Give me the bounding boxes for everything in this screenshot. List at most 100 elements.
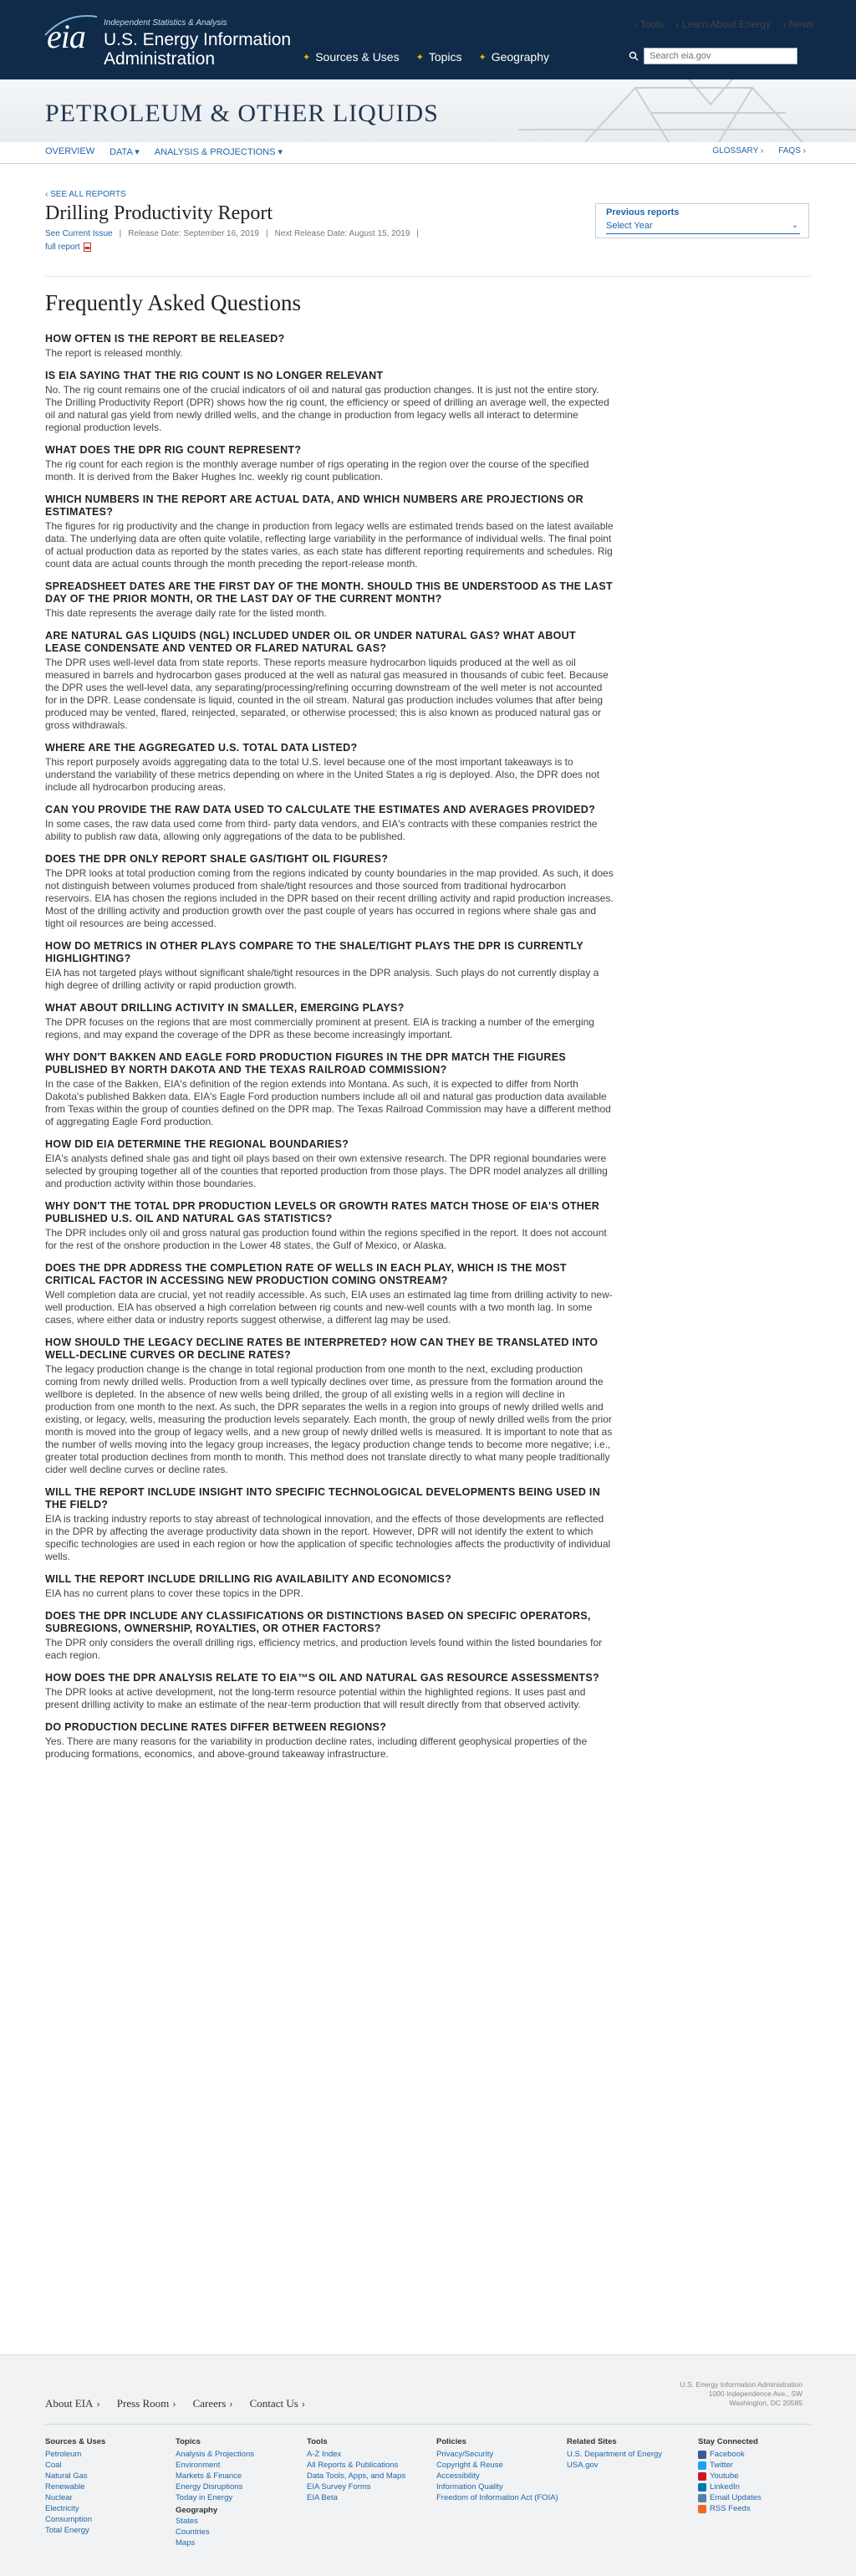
top-link-news[interactable]: › News [782, 18, 814, 31]
faq-question: CAN YOU PROVIDE THE RAW DATA USED TO CAL… [45, 804, 596, 815]
footer-link[interactable]: States [176, 2516, 254, 2527]
footer-link[interactable]: Data Tools, Apps, and Maps [307, 2471, 405, 2481]
footer-link[interactable]: LinkedIn [698, 2481, 762, 2492]
footer-link[interactable]: Coal [45, 2460, 105, 2471]
subnav-data-label: DATA [110, 147, 133, 157]
faq-answer: The DPR looks at active development, not… [45, 1686, 586, 1710]
footer-link-label: Energy Disruptions [176, 2482, 243, 2492]
footer-link[interactable]: Nuclear [45, 2492, 105, 2503]
full-report-link[interactable]: full report [45, 243, 91, 252]
footer-link-label: Coal [45, 2461, 62, 2470]
address-line: Washington, DC 20585 [729, 2399, 802, 2407]
select-year-dropdown[interactable]: Select Year ⌄ [606, 221, 800, 234]
footer-main-links: About EIA › Press Room › Careers › Conta… [45, 2397, 305, 2410]
search-input[interactable] [644, 48, 797, 64]
faq-answer: No. The rig count remains one of the cru… [45, 384, 609, 433]
footer-link[interactable]: Accessibility [436, 2471, 558, 2481]
divider [45, 276, 811, 277]
divider: | [416, 229, 419, 238]
footer-link-label: Today in Energy [176, 2493, 233, 2502]
footer-link-label: USA.gov [567, 2461, 599, 2470]
nav-sources-uses[interactable]: ✦ Sources & Uses [303, 50, 400, 64]
pdf-icon [83, 243, 91, 252]
faq-question: DOES THE DPR ONLY REPORT SHALE GAS/TIGHT… [45, 853, 389, 865]
footer-link-press[interactable]: Press Room › [117, 2397, 176, 2410]
top-link-learn[interactable]: › Learn About Energy [675, 18, 771, 31]
footer-link[interactable]: Markets & Finance [176, 2471, 254, 2481]
footer-column-subheading: Geography [176, 2506, 218, 2515]
footer-link[interactable]: USA.gov [567, 2460, 662, 2471]
footer-link-label: Data Tools, Apps, and Maps [307, 2471, 406, 2481]
footer-link[interactable]: Youtube [698, 2471, 762, 2481]
star-icon: ✦ [415, 52, 424, 63]
footer-link[interactable]: Countries [176, 2527, 254, 2538]
nav-sources-uses-label: Sources & Uses [315, 50, 400, 64]
footer-link[interactable]: Electricity [45, 2503, 105, 2514]
footer-link[interactable]: Email Updates [698, 2492, 762, 2503]
report-meta: See Current Issue | Release Date: Septem… [45, 229, 419, 238]
faq-answer: In the case of the Bakken, EIA's definit… [45, 1078, 611, 1127]
footer-link[interactable]: Freedom of Information Act (FOIA) [436, 2492, 558, 2503]
footer-link[interactable]: Natural Gas [45, 2471, 105, 2481]
subnav-overview[interactable]: OVERVIEW [45, 146, 94, 157]
footer-link[interactable]: U.S. Department of Energy [567, 2449, 662, 2460]
section-banner: PETROLEUM & OTHER LIQUIDS [0, 79, 856, 142]
footer-link-about[interactable]: About EIA › [45, 2397, 100, 2410]
footer-link[interactable]: Today in Energy [176, 2492, 254, 2503]
footer-link[interactable]: Privacy/Security [436, 2449, 558, 2460]
footer-link[interactable]: Consumption [45, 2514, 105, 2525]
subnav-data[interactable]: DATA ▾ [110, 146, 140, 157]
search-icon[interactable] [629, 51, 639, 61]
footer-link[interactable]: Twitter [698, 2460, 762, 2471]
subnav-faqs[interactable]: FAQS › [778, 146, 806, 156]
footer-link-label: Nuclear [45, 2493, 73, 2502]
footer-link[interactable]: Facebook [698, 2449, 762, 2460]
footer-link[interactable]: A-Z Index [307, 2449, 405, 2460]
footer-link-label: Twitter [710, 2461, 733, 2470]
twitter-icon [698, 2461, 706, 2470]
footer-link[interactable]: EIA Beta [307, 2492, 405, 2503]
faq-answer: EIA has no current plans to cover these … [45, 1587, 303, 1599]
agency-name[interactable]: U.S. Energy Information Administration [104, 30, 291, 69]
footer-link-careers[interactable]: Careers › [193, 2397, 233, 2410]
see-current-issue-link[interactable]: See Current Issue [45, 229, 113, 238]
faq-answer: The DPR focuses on the regions that are … [45, 1016, 594, 1040]
footer-link[interactable]: All Reports & Publications [307, 2460, 405, 2471]
footer-link[interactable]: Petroleum [45, 2449, 105, 2460]
footer-link-label: Facebook [710, 2450, 745, 2459]
eia-logo[interactable]: eia [47, 17, 86, 56]
footer-link-label: Natural Gas [45, 2471, 88, 2481]
top-link-tools[interactable]: › Tools [634, 18, 664, 31]
see-all-reports-link[interactable]: ‹ SEE ALL REPORTS [45, 190, 126, 199]
faq-question: IS EIA SAYING THAT THE RIG COUNT IS NO L… [45, 370, 384, 381]
footer-link-label: Environment [176, 2461, 221, 2470]
footer-link[interactable]: Renewable [45, 2481, 105, 2492]
footer-link[interactable]: Information Quality [436, 2481, 558, 2492]
footer-link[interactable]: Energy Disruptions [176, 2481, 254, 2492]
faq-answer: The legacy production change is the chan… [45, 1363, 613, 1475]
subnav-analysis[interactable]: ANALYSIS & PROJECTIONS ▾ [155, 146, 283, 157]
caret-down-icon: ▾ [135, 147, 140, 157]
footer-link-contact[interactable]: Contact Us › [250, 2397, 305, 2410]
faq-question: DOES THE DPR ADDRESS THE COMPLETION RATE… [45, 1262, 567, 1286]
footer-link[interactable]: Total Energy [45, 2525, 105, 2536]
footer-column: Related Sites U.S. Department of Energy US… [567, 2437, 662, 2471]
faq-question: WILL THE REPORT INCLUDE DRILLING RIG AVA… [45, 1573, 452, 1585]
nav-topics[interactable]: ✦ Topics [416, 50, 462, 64]
footer-link[interactable]: Environment [176, 2460, 254, 2471]
subnav-analysis-label: ANALYSIS & PROJECTIONS [154, 147, 276, 157]
footer-link[interactable]: EIA Survey Forms [307, 2481, 405, 2492]
footer-link[interactable]: Copyright & Reuse [436, 2460, 558, 2471]
site-header: eia Independent Statistics & Analysis U.… [0, 0, 856, 79]
nav-geography[interactable]: ✦ Geography [479, 50, 550, 64]
footer-link-label: U.S. Department of Energy [567, 2450, 663, 2459]
footer-link[interactable]: Maps [176, 2538, 254, 2548]
faq-question: DOES THE DPR INCLUDE ANY CLASSIFICATIONS… [45, 1610, 591, 1634]
release-date: Release Date: September 16, 2019 [128, 229, 259, 238]
footer-column: Tools A-Z Index All Reports & Publications… [307, 2437, 405, 2503]
footer-column: Sources & Uses Petroleum Coal Natural Gas Re… [45, 2437, 105, 2536]
star-icon: ✦ [303, 52, 311, 63]
footer-link[interactable]: Analysis & Projections [176, 2449, 254, 2460]
subnav-glossary[interactable]: GLOSSARY › [712, 146, 763, 156]
footer-link[interactable]: RSS Feeds [698, 2503, 762, 2514]
